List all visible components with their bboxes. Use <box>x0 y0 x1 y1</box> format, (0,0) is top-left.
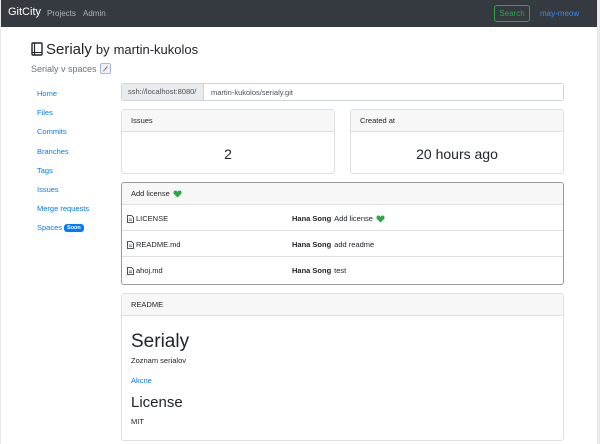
latest-commit-card: Add license LICENSE Hana Song Add licens… <box>121 182 564 285</box>
sidebar-item-issues[interactable]: Issues <box>37 185 59 194</box>
sidebar-item-files[interactable]: Files <box>37 108 53 117</box>
clone-url-prefix: ssh://localhost:8080/ <box>122 84 204 100</box>
commit-message: Hana Song test <box>292 266 346 275</box>
issues-card: Issues 2 <box>121 109 335 174</box>
sidebar-item-merge-requests[interactable]: Merge requests <box>37 204 89 213</box>
file-row-readme: README.md Hana Song add readme <box>122 231 563 257</box>
repo-subtitle-text: Serialy v spaces <box>31 63 97 74</box>
file-icon <box>127 214 134 223</box>
page-title: Serialy by martin-kukolos <box>31 40 198 58</box>
sidebar-item-home[interactable]: Home <box>37 89 57 98</box>
readme-link[interactable]: Akcne <box>131 376 152 385</box>
search-button[interactable]: Search <box>494 5 530 22</box>
readme-header: README <box>122 294 563 316</box>
commit-message: Hana Song add readme <box>292 240 374 249</box>
commit-text[interactable]: add readme <box>334 240 374 249</box>
sidebar-item-spaces[interactable]: Spaces Soon <box>37 223 84 232</box>
commit-author: Hana Song <box>292 266 332 275</box>
issues-count: 2 <box>224 146 232 162</box>
repo-name[interactable]: Serialy <box>46 41 92 58</box>
issues-card-header: Issues <box>122 110 334 132</box>
readme-license-text: MIT <box>131 417 144 426</box>
created-card-header: Created at <box>351 110 563 132</box>
file-link[interactable]: LICENSE <box>127 214 168 223</box>
commit-text[interactable]: Add license <box>334 214 373 223</box>
clone-url-group: ssh://localhost:8080/ <box>121 83 564 101</box>
app-frame: GitCity Projects Admin Search may-meow S… <box>1 0 597 444</box>
book-icon <box>31 42 43 56</box>
file-icon <box>127 266 134 275</box>
file-link[interactable]: ahoj.md <box>127 266 163 275</box>
brand-logo[interactable]: GitCity <box>8 6 41 18</box>
sidebar-item-tags[interactable]: Tags <box>37 166 53 175</box>
file-name: README.md <box>136 240 181 249</box>
file-link[interactable]: README.md <box>127 240 181 249</box>
created-card: Created at 20 hours ago <box>350 109 564 174</box>
soon-badge: Soon <box>64 224 84 232</box>
top-navbar: GitCity Projects Admin Search may-meow <box>1 0 597 27</box>
file-icon <box>127 240 134 249</box>
repo-by-text: by <box>95 41 110 57</box>
sidebar-item-commits[interactable]: Commits <box>37 127 67 136</box>
sidebar-item-branches[interactable]: Branches <box>37 147 69 156</box>
commit-author: Hana Song <box>292 240 332 249</box>
user-menu-link[interactable]: may-meow <box>540 9 579 18</box>
readme-text: Zoznam serialov <box>131 356 187 365</box>
green-heart-icon <box>376 215 385 223</box>
file-row-license: LICENSE Hana Song Add license <box>122 205 563 231</box>
readme-license-title: License <box>131 394 183 411</box>
repo-subtitle: Serialy v spaces <box>31 63 111 74</box>
commit-message: Hana Song Add license <box>292 214 385 223</box>
repo-owner[interactable]: martin-kukolos <box>114 42 199 57</box>
green-heart-icon <box>173 190 182 198</box>
sidebar-item-label: Spaces <box>37 223 63 232</box>
readme-card: README Serialy Zoznam serialov Akcne Lic… <box>121 293 564 441</box>
commit-header: Add license <box>122 183 563 205</box>
file-row-ahoj: ahoj.md Hana Song test <box>122 257 563 283</box>
rocket-icon <box>99 63 111 74</box>
clone-url-input[interactable] <box>204 84 563 100</box>
created-value: 20 hours ago <box>416 146 498 162</box>
file-name: LICENSE <box>136 214 169 223</box>
nav-link-admin[interactable]: Admin <box>83 9 106 18</box>
readme-title: Serialy <box>131 331 190 352</box>
nav-link-projects[interactable]: Projects <box>47 9 76 18</box>
commit-text[interactable]: test <box>334 266 346 275</box>
commit-title[interactable]: Add license <box>131 183 170 205</box>
commit-author: Hana Song <box>292 214 332 223</box>
file-name: ahoj.md <box>136 266 163 275</box>
